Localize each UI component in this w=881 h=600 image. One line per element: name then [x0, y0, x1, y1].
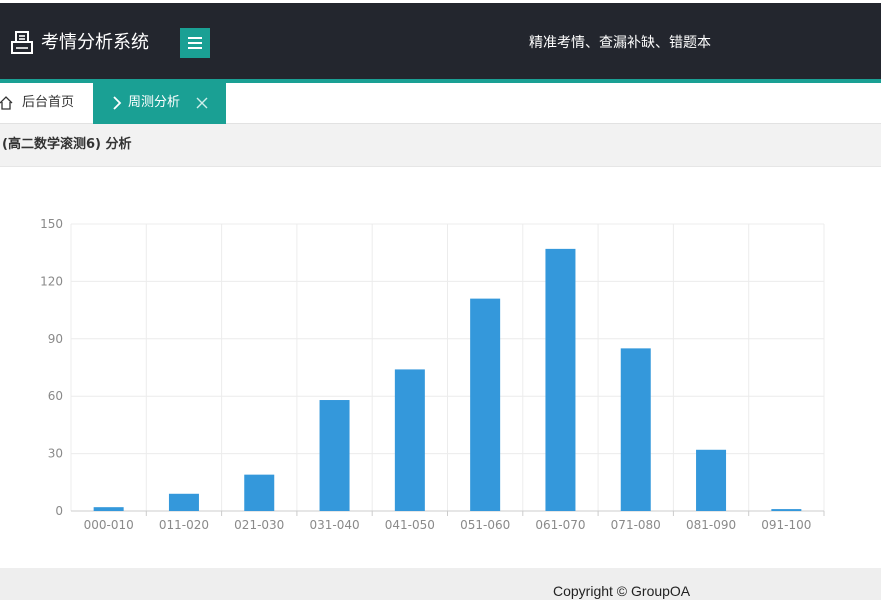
bar	[771, 509, 802, 511]
app-title: 考情分析系统	[41, 32, 149, 53]
x-tick-label: 000-010	[84, 518, 134, 532]
y-tick-label: 60	[48, 389, 63, 403]
panel-header: (高二数学滚测6) 分析	[0, 124, 881, 167]
bar	[696, 449, 727, 511]
y-tick-label: 120	[40, 274, 63, 288]
hamburger-menu-icon	[188, 37, 202, 49]
x-tick-label: 091-100	[761, 518, 811, 532]
x-tick-label: 081-090	[686, 518, 736, 532]
x-tick-label: 041-050	[385, 518, 435, 532]
copyright-text: Copyright © GroupOA	[553, 583, 691, 599]
bar	[244, 474, 275, 511]
bar	[470, 298, 501, 511]
x-tick-label: 051-060	[460, 518, 510, 532]
x-tick-label: 031-040	[309, 518, 359, 532]
tab-bar: 后台首页 周测分析	[0, 83, 881, 124]
bar	[545, 248, 576, 511]
printer-icon	[10, 30, 34, 56]
panel-title: (高二数学滚测6) 分析	[2, 137, 132, 152]
bar-chart-svg: 0 30 60 90 120 150 000-010 011-020 021-030 031-04…	[40, 217, 825, 532]
y-tick-label: 150	[40, 217, 63, 231]
tab-home[interactable]: 后台首页	[0, 83, 93, 123]
y-tick-label: 90	[48, 332, 63, 346]
footer: Copyright © GroupOA	[0, 568, 881, 600]
x-tick-label: 061-070	[535, 518, 585, 532]
x-tick-label: 021-030	[234, 518, 284, 532]
header-slogan: 精准考情、查漏补缺、错题本	[529, 35, 711, 51]
home-icon	[0, 96, 13, 110]
tab-weekly-analysis-label: 周测分析	[128, 95, 181, 110]
close-icon[interactable]	[196, 97, 208, 109]
bar	[93, 507, 124, 511]
x-tick-label: 011-020	[159, 518, 209, 532]
bar	[394, 369, 425, 511]
top-header: 考情分析系统 精准考情、查漏补缺、错题本	[0, 3, 881, 79]
bar	[620, 348, 651, 511]
tab-weekly-analysis[interactable]: 周测分析	[93, 83, 226, 124]
bar	[319, 400, 350, 511]
bar	[168, 493, 199, 511]
tab-home-label: 后台首页	[22, 95, 75, 110]
menu-toggle-button[interactable]	[180, 28, 210, 58]
x-tick-label: 071-080	[611, 518, 661, 532]
chevron-right-icon	[113, 96, 122, 110]
score-distribution-chart: 0 30 60 90 120 150 000-010 011-020 021-030 031-04…	[0, 167, 881, 567]
y-tick-label: 30	[48, 447, 63, 461]
y-tick-label: 0	[55, 504, 63, 518]
